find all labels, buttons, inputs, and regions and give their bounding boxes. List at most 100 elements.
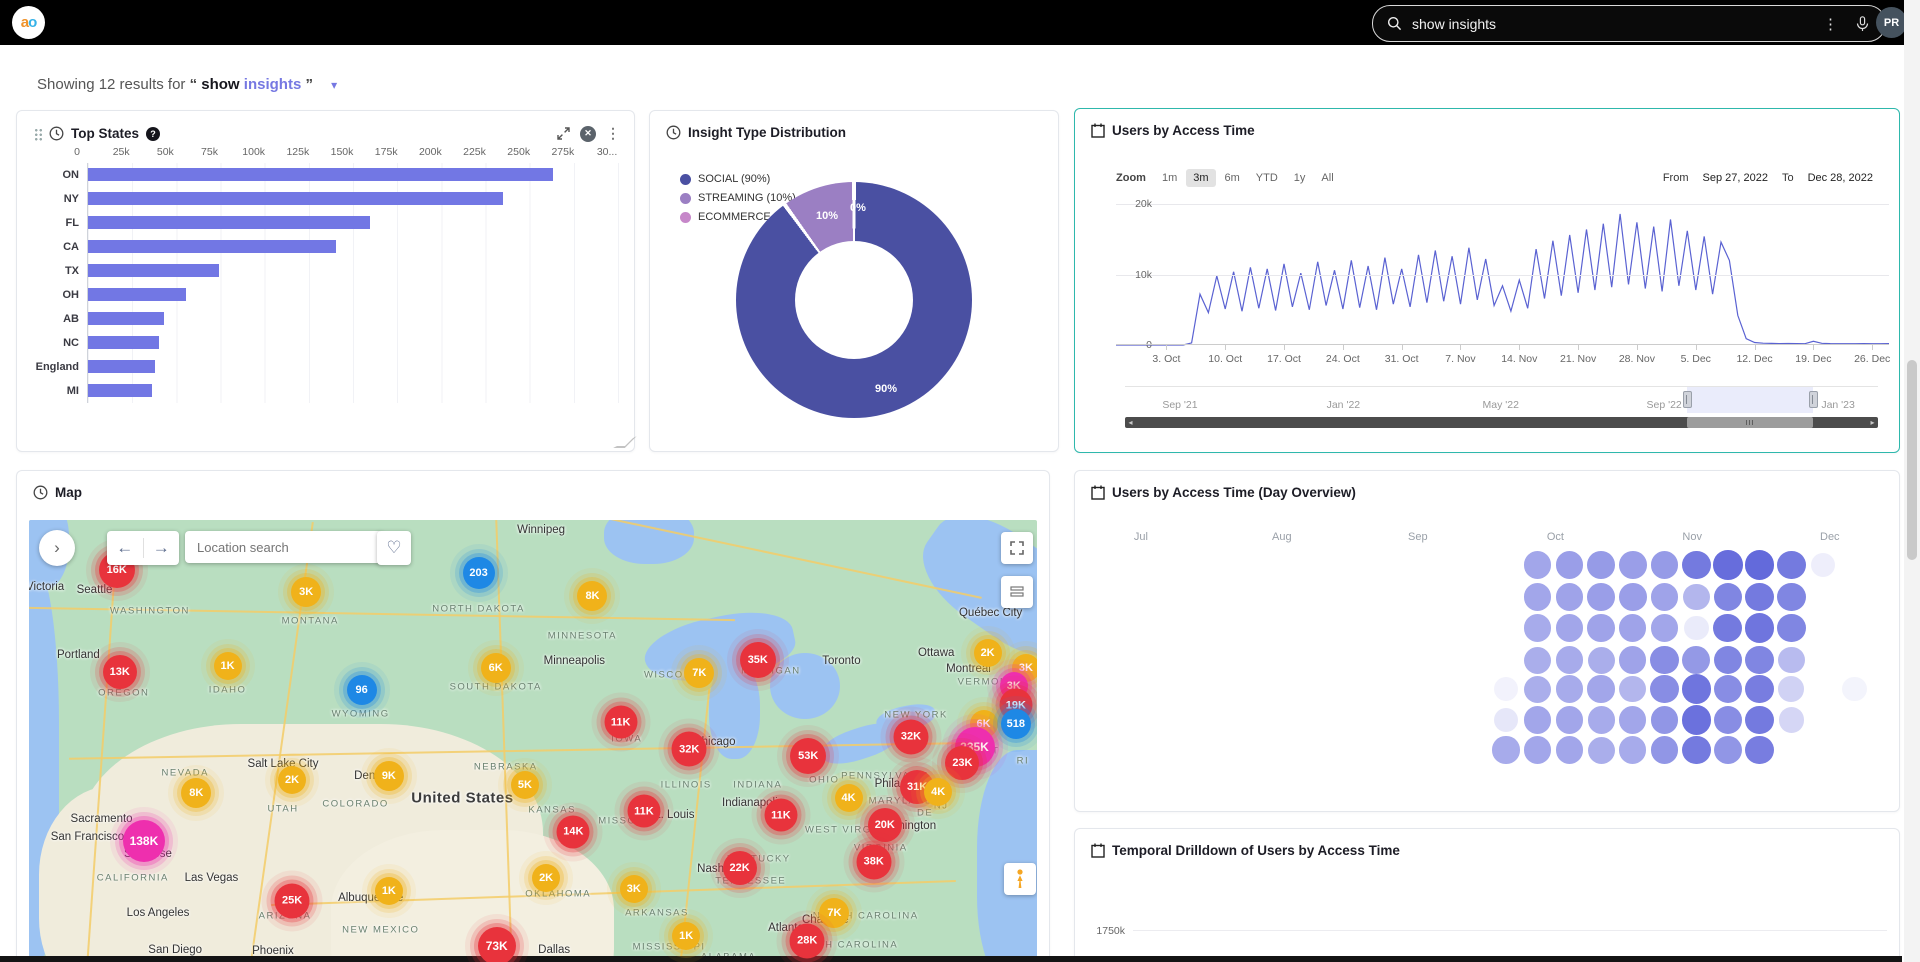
bar[interactable]	[88, 384, 152, 397]
y-tick-label: 20k	[1052, 198, 1152, 210]
search-input[interactable]: show insights	[1412, 16, 1814, 32]
map-cluster-marker[interactable]: 2K	[974, 639, 1002, 667]
navigator-right-handle[interactable]	[1809, 391, 1818, 408]
map-canvas[interactable]: › ←→ ♡ WinnipegVictoriaSeattlePortlandWA…	[29, 520, 1037, 962]
map-cluster-marker[interactable]: 4K	[924, 778, 952, 806]
zoom-option-YTD[interactable]: YTD	[1249, 169, 1285, 187]
map-cluster-marker[interactable]: 5K	[511, 771, 539, 799]
map-cluster-marker[interactable]: 32K	[672, 732, 707, 767]
global-search[interactable]: show insights ⋮	[1372, 5, 1886, 42]
map-cluster-marker[interactable]: 8K	[577, 581, 607, 611]
scrollbar-thumb[interactable]	[1907, 360, 1917, 560]
back-arrow-icon[interactable]: ←	[107, 538, 143, 558]
pegman-button[interactable]	[1004, 863, 1036, 895]
map-cluster-marker[interactable]: 22K	[723, 851, 757, 885]
map-cluster-marker[interactable]: 4K	[835, 784, 863, 812]
map-cluster-marker[interactable]: 203	[463, 557, 495, 589]
bar[interactable]	[88, 312, 164, 325]
map-cluster-marker[interactable]: 20K	[868, 808, 902, 842]
zoom-option-All[interactable]: All	[1314, 169, 1340, 187]
map-cluster-marker[interactable]: 138K	[123, 820, 165, 862]
bar[interactable]	[88, 216, 370, 229]
legend-item[interactable]: STREAMING (10%)	[680, 192, 797, 204]
resize-handle[interactable]	[613, 436, 637, 448]
chart-scrollbar[interactable]: ◂▸	[1125, 417, 1878, 428]
close-icon[interactable]: ✕	[580, 126, 596, 142]
chart-navigator[interactable]: Sep '21Jan '22May '22Sep '22Jan '23	[1125, 386, 1878, 413]
map-cluster-marker[interactable]: 8K	[181, 778, 211, 808]
scrollbar-thumb[interactable]	[1687, 417, 1814, 428]
map-cluster-marker[interactable]: 25K	[275, 883, 310, 918]
map-cluster-marker[interactable]: 7K	[819, 898, 849, 928]
from-date-input[interactable]: Sep 27, 2022	[1696, 170, 1773, 186]
forward-arrow-icon[interactable]: →	[144, 538, 180, 558]
legend-label: STREAMING (10%)	[698, 192, 796, 204]
navigator-left-handle[interactable]	[1683, 391, 1692, 408]
to-date-input[interactable]: Dec 28, 2022	[1802, 170, 1879, 186]
map-cluster-marker[interactable]: 38K	[856, 844, 891, 879]
legend-item[interactable]: SOCIAL (90%)	[680, 173, 797, 185]
bar[interactable]	[88, 240, 336, 253]
map-cluster-marker[interactable]: 53K	[790, 738, 826, 774]
mic-icon[interactable]	[1856, 16, 1869, 32]
map-cluster-marker[interactable]: 35K	[740, 642, 776, 678]
zoom-option-1m[interactable]: 1m	[1155, 169, 1184, 187]
map-cluster-marker[interactable]: 6K	[481, 653, 511, 683]
map-cluster-marker[interactable]: 518	[1001, 709, 1031, 739]
map-cluster-marker[interactable]: 23K	[945, 746, 979, 780]
map-cluster-marker[interactable]: 11K	[627, 795, 660, 828]
navigator-selection[interactable]	[1687, 387, 1814, 413]
map-cluster-marker[interactable]: 96	[347, 675, 377, 705]
map-cluster-marker[interactable]: 9K	[374, 761, 404, 791]
donut-chart[interactable]: 90% 10% 0%	[736, 182, 972, 418]
page-scrollbar[interactable]	[1904, 0, 1920, 962]
scrollbar-left-arrow[interactable]: ◂	[1125, 417, 1136, 428]
bar[interactable]	[88, 264, 219, 277]
bar[interactable]	[88, 360, 155, 373]
map-cluster-marker[interactable]: 3K	[620, 875, 648, 903]
panel-toggle-button[interactable]: ›	[39, 530, 75, 566]
favorite-button[interactable]: ♡	[377, 531, 411, 565]
bar-track	[87, 235, 620, 259]
map-cluster-marker[interactable]: 11K	[764, 799, 797, 832]
results-dropdown-icon[interactable]: ▾	[331, 78, 337, 92]
expand-icon[interactable]	[557, 127, 570, 140]
punchcard-bubble	[1556, 614, 1583, 641]
punchcard-bubble	[1524, 706, 1551, 733]
map-cluster-marker[interactable]: 3K	[291, 577, 321, 607]
map-cluster-marker[interactable]: 1K	[375, 877, 403, 905]
card-menu-icon[interactable]: ⋮	[606, 125, 620, 142]
map-cluster-marker[interactable]: 32K	[894, 719, 929, 754]
map-cluster-marker[interactable]: 2K	[278, 766, 306, 794]
search-kebab-icon[interactable]: ⋮	[1823, 15, 1838, 33]
zoom-option-6m[interactable]: 6m	[1218, 169, 1247, 187]
map-cluster-marker[interactable]: 11K	[604, 706, 637, 739]
logo-letter-a: a	[21, 14, 28, 31]
zoom-option-3m[interactable]: 3m	[1186, 169, 1215, 187]
zoom-option-1y[interactable]: 1y	[1287, 169, 1313, 187]
bar[interactable]	[88, 192, 503, 205]
drag-handle-icon[interactable]	[33, 127, 42, 141]
bar-category-label: NY	[27, 193, 87, 205]
map-cluster-marker[interactable]: 1K	[672, 922, 700, 950]
help-icon[interactable]: ?	[146, 127, 160, 141]
layers-button[interactable]	[1001, 576, 1033, 608]
x-tick-mark	[1696, 345, 1697, 350]
punchcard-bubble	[1713, 614, 1742, 643]
fullscreen-button[interactable]	[1001, 532, 1033, 564]
map-cluster-marker[interactable]: 2K	[532, 864, 560, 892]
bar[interactable]	[88, 288, 186, 301]
scrollbar-right-arrow[interactable]: ▸	[1867, 417, 1878, 428]
map-cluster-marker[interactable]: 14K	[557, 815, 590, 848]
lake-huron	[770, 653, 841, 719]
map-cluster-marker[interactable]: 13K	[103, 655, 137, 689]
map-cluster-marker[interactable]: 7K	[684, 658, 714, 688]
map-cluster-marker[interactable]: 73K	[478, 927, 516, 962]
user-avatar[interactable]: PR	[1876, 7, 1907, 38]
location-search-input[interactable]	[185, 531, 383, 563]
map-cluster-marker[interactable]: 1K	[214, 652, 242, 680]
bar[interactable]	[88, 336, 159, 349]
app-logo[interactable]: ao	[12, 6, 45, 39]
bar[interactable]	[88, 168, 553, 181]
map-cluster-marker[interactable]: 28K	[790, 923, 825, 958]
